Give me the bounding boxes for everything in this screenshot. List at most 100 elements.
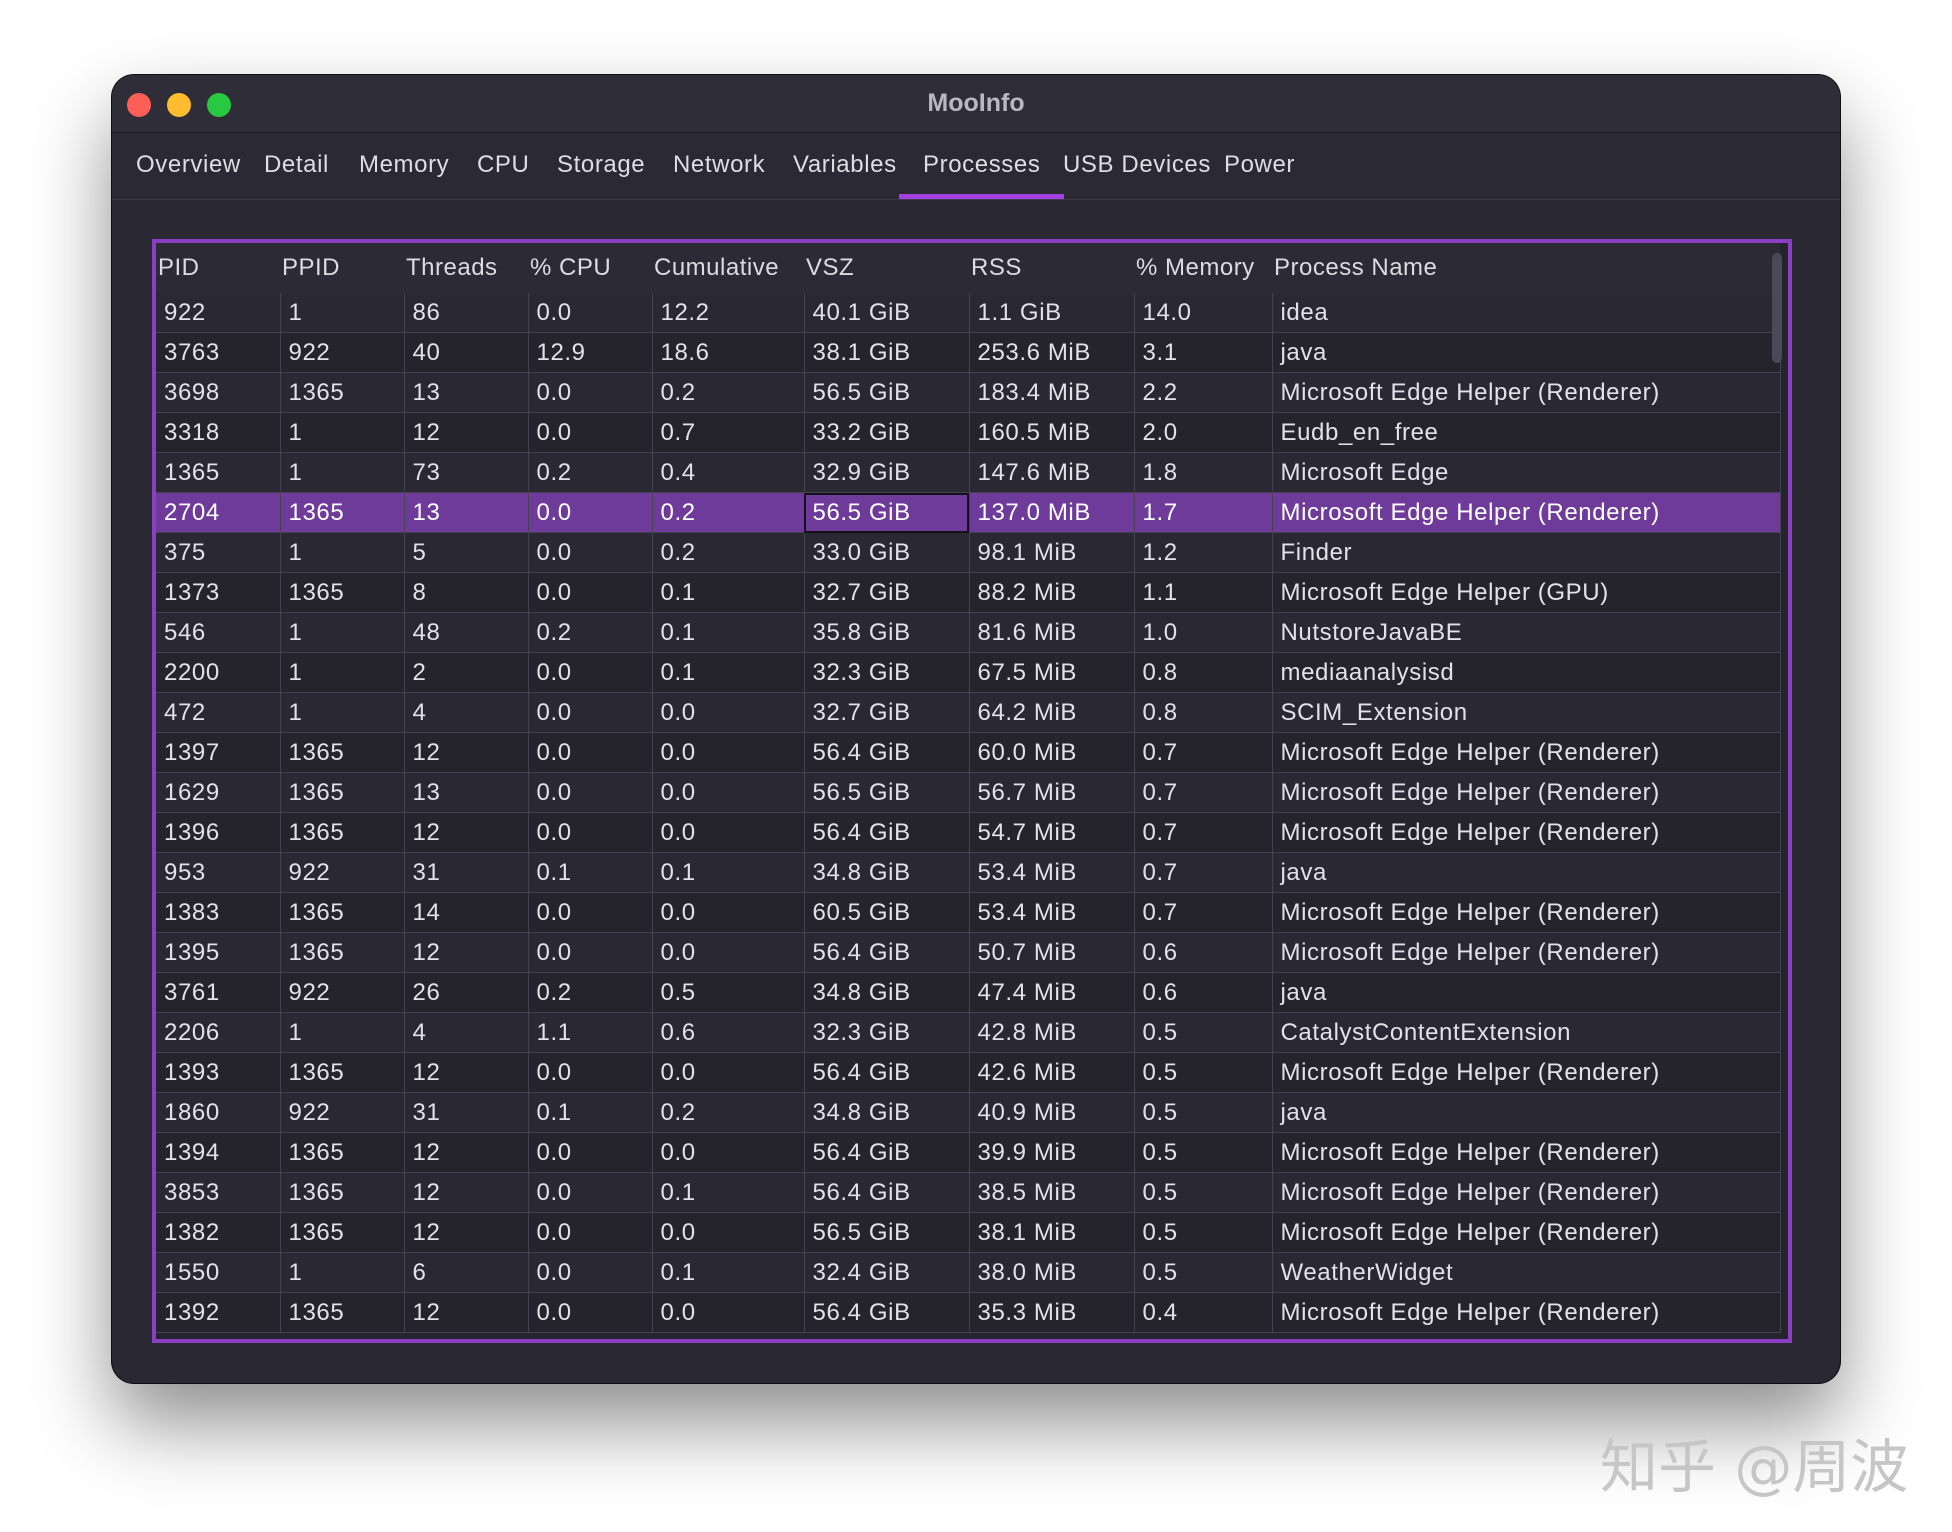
cell-cumulative[interactable]: 0.7 (652, 413, 804, 453)
cell-memory[interactable]: 1.2 (1134, 533, 1272, 573)
cell-ppid[interactable]: 922 (280, 1093, 404, 1133)
cell-vsz[interactable]: 56.4 GiB (804, 813, 969, 853)
table-row[interactable]: 1373136580.00.132.7 GiB88.2 MiB1.1Micros… (156, 573, 1780, 613)
tab-power[interactable]: Power (1200, 133, 1319, 199)
cell-process-name[interactable]: Microsoft Edge Helper (Renderer) (1272, 1053, 1780, 1093)
cell-vsz[interactable]: 32.7 GiB (804, 573, 969, 613)
cell-ppid[interactable]: 1365 (280, 813, 404, 853)
cell-cumulative[interactable]: 0.2 (652, 493, 804, 533)
cell-ppid[interactable]: 1365 (280, 1293, 404, 1333)
cell-memory[interactable]: 14.0 (1134, 293, 1272, 333)
cell-cpu[interactable]: 0.0 (528, 413, 652, 453)
cell-rss[interactable]: 81.6 MiB (969, 613, 1134, 653)
cell-cpu[interactable]: 0.0 (528, 893, 652, 933)
cell-threads[interactable]: 31 (404, 1093, 528, 1133)
cell-process-name[interactable]: mediaanalysisd (1272, 653, 1780, 693)
cell-vsz[interactable]: 56.4 GiB (804, 1133, 969, 1173)
cell-threads[interactable]: 73 (404, 453, 528, 493)
cell-vsz[interactable]: 56.4 GiB (804, 1293, 969, 1333)
cell-rss[interactable]: 42.8 MiB (969, 1013, 1134, 1053)
cell-threads[interactable]: 12 (404, 1173, 528, 1213)
cell-pid[interactable]: 1393 (156, 1053, 280, 1093)
table-row[interactable]: 38531365120.00.156.4 GiB38.5 MiB0.5Micro… (156, 1173, 1780, 1213)
cell-process-name[interactable]: NutstoreJavaBE (1272, 613, 1780, 653)
cell-ppid[interactable]: 1365 (280, 1173, 404, 1213)
cell-ppid[interactable]: 1 (280, 293, 404, 333)
vertical-scrollbar[interactable] (1772, 253, 1782, 363)
cell-cumulative[interactable]: 0.0 (652, 1133, 804, 1173)
cell-cumulative[interactable]: 12.2 (652, 293, 804, 333)
cell-threads[interactable]: 8 (404, 573, 528, 613)
cell-rss[interactable]: 38.5 MiB (969, 1173, 1134, 1213)
cell-cpu[interactable]: 0.0 (528, 1293, 652, 1333)
cell-rss[interactable]: 53.4 MiB (969, 893, 1134, 933)
cell-pid[interactable]: 546 (156, 613, 280, 653)
cell-process-name[interactable]: idea (1272, 293, 1780, 333)
cell-vsz[interactable]: 32.9 GiB (804, 453, 969, 493)
cell-process-name[interactable]: Microsoft Edge Helper (Renderer) (1272, 733, 1780, 773)
cell-cumulative[interactable]: 0.1 (652, 613, 804, 653)
cell-cumulative[interactable]: 0.0 (652, 1213, 804, 1253)
cell-threads[interactable]: 40 (404, 333, 528, 373)
cell-cpu[interactable]: 0.0 (528, 653, 652, 693)
cell-memory[interactable]: 0.6 (1134, 973, 1272, 1013)
cell-threads[interactable]: 4 (404, 1013, 528, 1053)
cell-rss[interactable]: 137.0 MiB (969, 493, 1134, 533)
cell-cumulative[interactable]: 0.0 (652, 813, 804, 853)
cell-ppid[interactable]: 1365 (280, 1213, 404, 1253)
column-header-process-name[interactable]: Process Name (1272, 243, 1780, 293)
cell-ppid[interactable]: 1 (280, 693, 404, 733)
cell-cpu[interactable]: 0.0 (528, 693, 652, 733)
cell-vsz[interactable]: 60.5 GiB (804, 893, 969, 933)
cell-ppid[interactable]: 1365 (280, 373, 404, 413)
cell-threads[interactable]: 12 (404, 1133, 528, 1173)
cell-memory[interactable]: 1.8 (1134, 453, 1272, 493)
cell-rss[interactable]: 53.4 MiB (969, 853, 1134, 893)
cell-memory[interactable]: 0.5 (1134, 1013, 1272, 1053)
cell-threads[interactable]: 12 (404, 413, 528, 453)
cell-cumulative[interactable]: 0.2 (652, 1093, 804, 1133)
cell-process-name[interactable]: Microsoft Edge Helper (Renderer) (1272, 373, 1780, 413)
cell-cpu[interactable]: 0.2 (528, 973, 652, 1013)
cell-vsz[interactable]: 56.4 GiB (804, 933, 969, 973)
cell-cpu[interactable]: 0.0 (528, 933, 652, 973)
cell-cumulative[interactable]: 0.1 (652, 1173, 804, 1213)
cell-ppid[interactable]: 1 (280, 413, 404, 453)
cell-cpu[interactable]: 0.0 (528, 573, 652, 613)
cell-memory[interactable]: 1.7 (1134, 493, 1272, 533)
cell-memory[interactable]: 0.7 (1134, 733, 1272, 773)
cell-threads[interactable]: 5 (404, 533, 528, 573)
cell-process-name[interactable]: Finder (1272, 533, 1780, 573)
cell-vsz[interactable]: 33.2 GiB (804, 413, 969, 453)
cell-cumulative[interactable]: 0.5 (652, 973, 804, 1013)
cell-ppid[interactable]: 1 (280, 453, 404, 493)
table-row[interactable]: 16291365130.00.056.5 GiB56.7 MiB0.7Micro… (156, 773, 1780, 813)
cell-process-name[interactable]: Eudb_en_free (1272, 413, 1780, 453)
cell-ppid[interactable]: 1365 (280, 573, 404, 613)
cell-process-name[interactable]: SCIM_Extension (1272, 693, 1780, 733)
cell-pid[interactable]: 3698 (156, 373, 280, 413)
cell-ppid[interactable]: 922 (280, 973, 404, 1013)
cell-pid[interactable]: 3761 (156, 973, 280, 1013)
cell-cumulative[interactable]: 0.6 (652, 1013, 804, 1053)
cell-pid[interactable]: 1860 (156, 1093, 280, 1133)
table-row[interactable]: 13821365120.00.056.5 GiB38.1 MiB0.5Micro… (156, 1213, 1780, 1253)
cell-ppid[interactable]: 1 (280, 1013, 404, 1053)
cell-process-name[interactable]: Microsoft Edge Helper (Renderer) (1272, 893, 1780, 933)
cell-process-name[interactable]: Microsoft Edge Helper (Renderer) (1272, 773, 1780, 813)
column-header-cpu[interactable]: % CPU (528, 243, 652, 293)
table-row[interactable]: 13951365120.00.056.4 GiB50.7 MiB0.6Micro… (156, 933, 1780, 973)
cell-ppid[interactable]: 922 (280, 853, 404, 893)
cell-vsz[interactable]: 34.8 GiB (804, 853, 969, 893)
table-row[interactable]: 33181120.00.733.2 GiB160.5 MiB2.0Eudb_en… (156, 413, 1780, 453)
cell-rss[interactable]: 160.5 MiB (969, 413, 1134, 453)
cell-process-name[interactable]: Microsoft Edge Helper (Renderer) (1272, 1133, 1780, 1173)
cell-threads[interactable]: 2 (404, 653, 528, 693)
cell-threads[interactable]: 6 (404, 1253, 528, 1293)
cell-process-name[interactable]: java (1272, 333, 1780, 373)
cell-cumulative[interactable]: 0.2 (652, 373, 804, 413)
table-row[interactable]: 36981365130.00.256.5 GiB183.4 MiB2.2Micr… (156, 373, 1780, 413)
cell-rss[interactable]: 67.5 MiB (969, 653, 1134, 693)
cell-threads[interactable]: 12 (404, 1053, 528, 1093)
cell-vsz[interactable]: 56.4 GiB (804, 1173, 969, 1213)
